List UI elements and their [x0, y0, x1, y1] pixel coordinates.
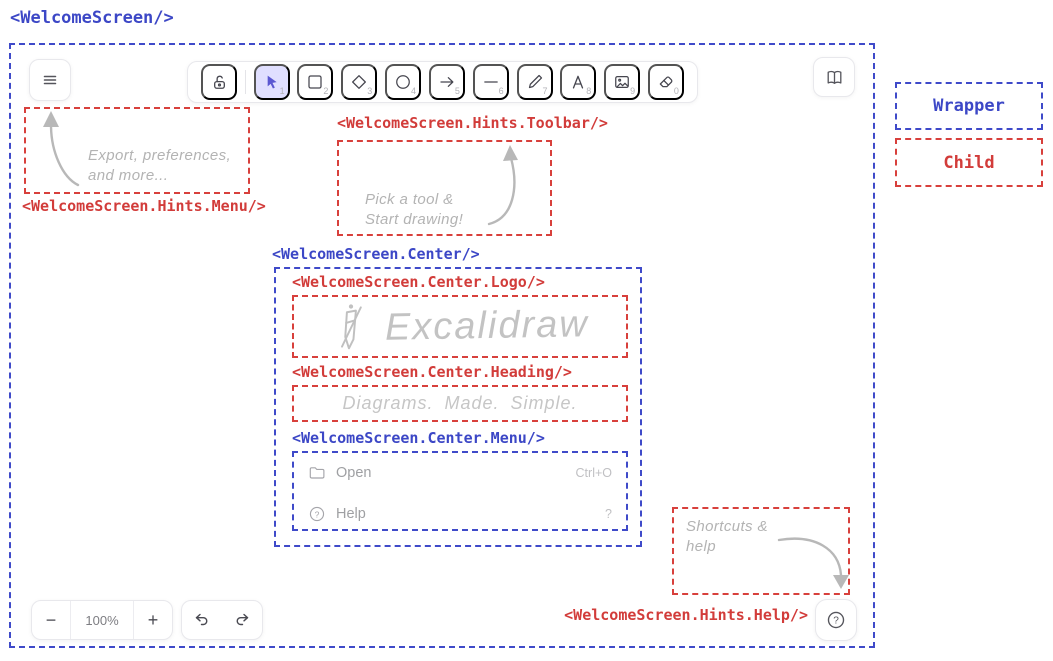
hint-arrow-up-icon [457, 142, 552, 236]
menu-item-label: Open [336, 465, 576, 481]
legend-wrapper-label: Wrapper [933, 96, 1005, 116]
history-controls [181, 600, 263, 640]
hints-help-child-box: Shortcuts & help [672, 507, 850, 595]
svg-text:?: ? [833, 616, 839, 627]
legend-wrapper-box: Wrapper [895, 82, 1043, 130]
book-icon [824, 67, 845, 88]
hint-toolbar-line1: Pick a tool & [365, 190, 463, 210]
tool-shortcut-number: 9 [630, 86, 635, 96]
tool-rectangle[interactable]: 2 [297, 64, 333, 100]
center-heading-child-box: Diagrams. Made. Simple. [292, 385, 628, 422]
tool-arrow[interactable]: 5 [429, 64, 465, 100]
hint-menu-line2: and more... [88, 166, 231, 186]
center-wrapper-frame: <WelcomeScreen.Center.Logo/> Excalidraw … [274, 267, 642, 547]
hint-toolbar-line2: Start drawing! [365, 210, 463, 230]
folder-icon [308, 464, 326, 482]
center-label: <WelcomeScreen.Center/> [272, 245, 480, 263]
tool-line[interactable]: 6 [473, 64, 509, 100]
tool-selection[interactable]: 1 [254, 64, 290, 100]
tool-image[interactable]: 9 [604, 64, 640, 100]
menu-item-shortcut: ? [605, 507, 612, 521]
center-heading-label: <WelcomeScreen.Center.Heading/> [292, 363, 572, 381]
hints-menu-label: <WelcomeScreen.Hints.Menu/> [22, 197, 266, 215]
tool-shortcut-number: 7 [542, 86, 547, 96]
zoom-out-button[interactable]: − [32, 601, 70, 639]
hamburger-icon [39, 69, 61, 91]
redo-icon [232, 610, 252, 630]
toolbar-divider [245, 70, 246, 94]
library-button[interactable] [813, 57, 855, 97]
menu-item-shortcut: Ctrl+O [576, 466, 612, 480]
tool-shortcut-number: 3 [367, 86, 372, 96]
redo-button[interactable] [222, 601, 262, 639]
center-menu-frame: Open Ctrl+O ? Help ? [292, 451, 628, 531]
legend-child-box: Child [895, 138, 1043, 187]
svg-text:?: ? [315, 509, 320, 519]
hint-menu-line1: Export, preferences, [88, 146, 231, 166]
lock-open-icon [209, 72, 230, 93]
question-circle-icon: ? [825, 609, 847, 631]
menu-item-help[interactable]: ? Help ? [308, 501, 612, 527]
menu-item-label: Help [336, 506, 605, 522]
tool-ellipse[interactable]: 4 [385, 64, 421, 100]
tool-shortcut-number: 8 [586, 86, 591, 96]
tool-shortcut-number: 2 [323, 86, 328, 96]
legend-child-label: Child [943, 153, 994, 173]
center-logo-child-box: Excalidraw [292, 295, 628, 358]
center-heading-text: Diagrams. Made. Simple. [294, 387, 626, 420]
help-button[interactable]: ? [815, 599, 857, 641]
tool-shortcut-number: 0 [674, 86, 679, 96]
zoom-in-button[interactable]: + [134, 601, 172, 639]
lock-tool-button[interactable] [201, 64, 237, 100]
hint-help-line1: Shortcuts & [686, 517, 768, 537]
toolbar-island: 1 2 3 4 [187, 61, 698, 103]
hints-toolbar-child-box: Pick a tool & Start drawing! [337, 140, 552, 236]
hints-toolbar-label: <WelcomeScreen.Hints.Toolbar/> [337, 114, 608, 132]
tool-diamond[interactable]: 3 [341, 64, 377, 100]
zoom-controls: − 100% + [31, 600, 173, 640]
question-circle-icon: ? [308, 505, 326, 523]
menu-item-open[interactable]: Open Ctrl+O [308, 460, 612, 486]
tool-text[interactable]: 8 [560, 64, 596, 100]
center-logo-label: <WelcomeScreen.Center.Logo/> [292, 273, 545, 291]
tool-shortcut-number: 1 [280, 86, 285, 96]
hamburger-menu-button[interactable] [29, 59, 71, 101]
excalidraw-logo-text: Excalidraw [385, 303, 589, 350]
excalidraw-pencil-icon [331, 300, 371, 354]
tool-eraser[interactable]: 0 [648, 64, 684, 100]
hints-help-label: <WelcomeScreen.Hints.Help/> [554, 606, 808, 624]
tool-draw[interactable]: 7 [517, 64, 553, 100]
hints-menu-child-box: Export, preferences, and more... [24, 107, 250, 194]
zoom-level[interactable]: 100% [70, 601, 134, 639]
hint-help-line2: help [686, 537, 768, 557]
center-menu-label: <WelcomeScreen.Center.Menu/> [292, 429, 545, 447]
welcomescreen-root-label: <WelcomeScreen/> [10, 8, 174, 28]
excalidraw-logo: Excalidraw [294, 297, 626, 356]
undo-icon [192, 610, 212, 630]
tool-shortcut-number: 5 [455, 86, 460, 96]
tool-shortcut-number: 6 [499, 86, 504, 96]
welcomescreen-wrapper-frame: 1 2 3 4 [9, 43, 875, 648]
hint-arrow-down-icon [769, 527, 851, 595]
tool-shortcut-number: 4 [411, 86, 416, 96]
undo-button[interactable] [182, 601, 222, 639]
